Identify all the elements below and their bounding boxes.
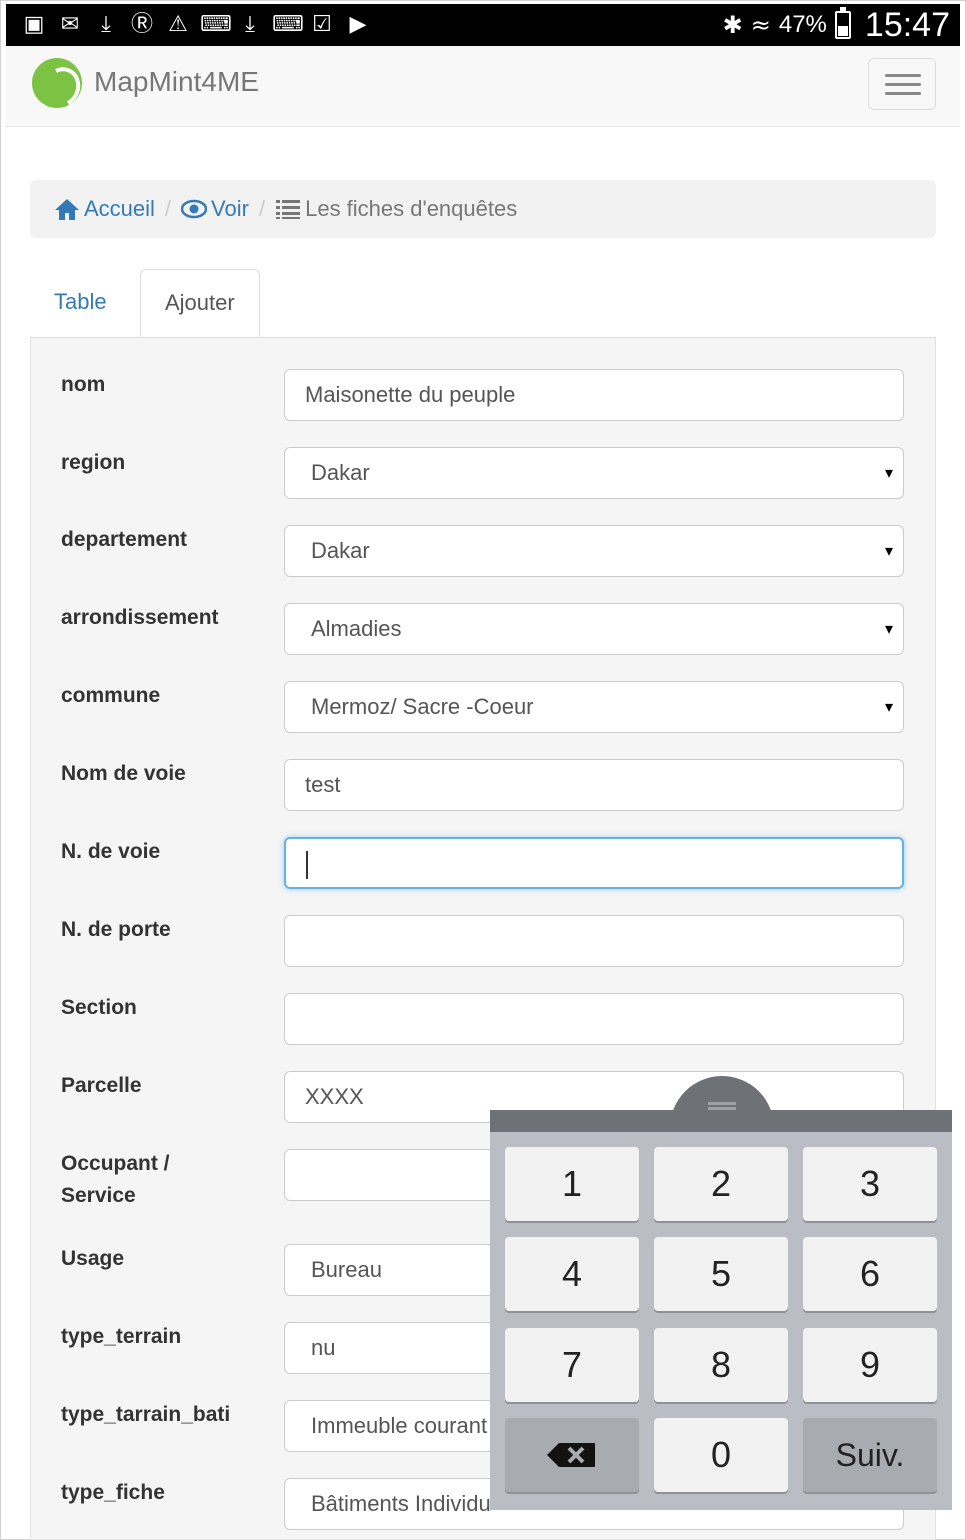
tab-ajouter[interactable]: Ajouter	[140, 269, 260, 337]
type-tarrain-bati-label: type_tarrain_bati	[61, 1403, 231, 1426]
parcelle-label: Parcelle	[61, 1074, 142, 1097]
list-icon	[276, 200, 301, 219]
keyboard-top-bar	[490, 1110, 952, 1132]
battery-icon	[834, 7, 851, 39]
breadcrumb-home[interactable]: Accueil	[54, 196, 155, 222]
key-5[interactable]: 5	[654, 1237, 788, 1311]
departement-label: departement	[61, 528, 188, 551]
region-select[interactable]: Dakar	[284, 447, 904, 499]
eye-icon	[181, 199, 208, 219]
key-2[interactable]: 2	[654, 1147, 788, 1221]
commune-label: commune	[61, 684, 161, 707]
keyboard-icon: ⌨	[200, 12, 232, 37]
breadcrumb-view[interactable]: Voir	[181, 196, 249, 222]
key-8[interactable]: 8	[654, 1328, 788, 1402]
key-7[interactable]: 7	[505, 1328, 639, 1402]
warning-icon: ⚠	[168, 12, 188, 37]
clipboard-check-icon: ☑	[312, 12, 332, 37]
breadcrumb-current: Les fiches d'enquêtes	[275, 196, 517, 222]
type-fiche-label: type_fiche	[61, 1481, 165, 1504]
brand-title[interactable]: MapMint4ME	[94, 66, 259, 98]
arrondissement-select[interactable]: Almadies	[284, 603, 904, 655]
section-label: Section	[61, 996, 137, 1019]
home-icon	[55, 199, 79, 220]
clock: 15:47	[864, 5, 950, 44]
commune-select[interactable]: Mermoz/ Sacre -Coeur	[284, 681, 904, 733]
mapmint-logo-icon[interactable]	[32, 58, 82, 108]
backspace-icon	[547, 1443, 595, 1467]
key-4[interactable]: 4	[505, 1237, 639, 1311]
status-bar: ▣ ✉ ⤓ Ⓡ ⚠ ⌨ ⤓ ⌨ ☑ ▶ ✱ ≈ 47% 15:47	[6, 4, 960, 46]
usage-label: Usage	[61, 1247, 125, 1270]
text-cursor	[306, 851, 308, 879]
status-indicators: ✱ ≈ 47% 15:47	[723, 6, 950, 44]
key-1[interactable]: 1	[505, 1147, 639, 1221]
section-input[interactable]	[284, 993, 904, 1045]
hamburger-bar	[885, 74, 921, 77]
skype-icon: Ⓡ	[130, 12, 153, 37]
arrondissement-label: arrondissement	[61, 606, 219, 629]
nom-input[interactable]: Maisonette du peuple	[284, 369, 904, 421]
n-voie-label: N. de voie	[61, 840, 161, 863]
departement-select[interactable]: Dakar	[284, 525, 904, 577]
breadcrumb-separator: /	[258, 196, 266, 221]
occupant-label-line2: Service	[61, 1184, 136, 1207]
key-6[interactable]: 6	[803, 1237, 937, 1311]
n-voie-input[interactable]	[284, 837, 904, 889]
key-0[interactable]: 0	[654, 1418, 788, 1492]
notification-icons: ▣ ✉ ⤓ Ⓡ ⚠ ⌨ ⤓ ⌨ ☑ ▶	[20, 12, 372, 38]
google-plus-icon: ⌨	[272, 12, 304, 37]
tab-table[interactable]: Table	[30, 269, 131, 335]
region-label: region	[61, 451, 126, 474]
breadcrumb-current-label: Les fiches d'enquêtes	[305, 196, 518, 221]
key-9[interactable]: 9	[803, 1328, 937, 1402]
nom-voie-label: Nom de voie	[61, 762, 186, 785]
bluetooth-icon: ✱	[722, 11, 743, 39]
type-terrain-label: type_terrain	[61, 1325, 182, 1348]
breadcrumb: Accueil / Voir / Les fiches d'enquêtes	[30, 180, 936, 238]
next-key[interactable]: Suiv.	[803, 1418, 937, 1492]
email-icon: ✉	[60, 12, 80, 37]
backspace-key[interactable]	[505, 1418, 639, 1492]
nom-voie-input[interactable]: test	[284, 759, 904, 811]
youtube-icon: ▶	[349, 12, 367, 37]
n-porte-label: N. de porte	[61, 918, 171, 941]
breadcrumb-home-label[interactable]: Accueil	[84, 196, 155, 222]
numeric-keyboard: 1 2 3 4 5 6 7 8 9 0 Suiv.	[490, 1076, 952, 1510]
menu-toggle-button[interactable]	[868, 58, 936, 110]
download-icon: ⤓	[245, 12, 255, 37]
n-porte-input[interactable]	[284, 915, 904, 967]
breadcrumb-separator: /	[164, 196, 172, 221]
picture-icon: ▣	[23, 12, 45, 37]
breadcrumb-view-label[interactable]: Voir	[211, 196, 249, 222]
tab-bar: Table Ajouter	[30, 269, 936, 338]
navbar: MapMint4ME	[6, 46, 960, 127]
hamburger-bar	[885, 92, 921, 95]
wifi-icon: ≈	[750, 11, 771, 39]
occupant-label-line1: Occupant /	[61, 1152, 170, 1175]
download-icon: ⤓	[101, 12, 111, 37]
battery-percent: 47%	[778, 11, 827, 38]
hamburger-bar	[885, 83, 921, 86]
key-3[interactable]: 3	[803, 1147, 937, 1221]
nom-label: nom	[61, 373, 106, 396]
